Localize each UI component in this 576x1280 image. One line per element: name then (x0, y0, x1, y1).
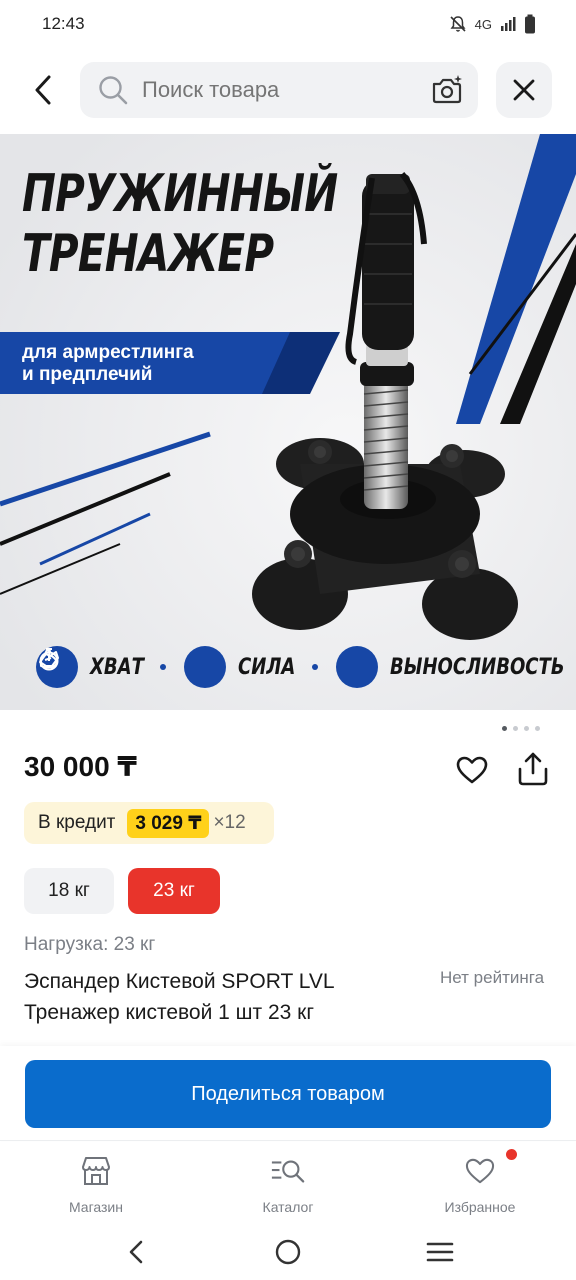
system-home-button[interactable] (264, 1228, 312, 1276)
hero-title-line2: ТРЕНАЖЕР (22, 224, 274, 284)
store-icon (78, 1153, 114, 1189)
product-price: 30 000 ₸ (24, 751, 137, 782)
close-icon (513, 79, 535, 101)
hero-subtitle-line2: и предплечий (22, 364, 153, 385)
hero-title-line1: ПРУЖИННЫЙ (22, 164, 338, 224)
credit-offer[interactable]: В кредит 3 029 ₸ ×12 (24, 802, 274, 844)
pager-dot (524, 726, 529, 731)
share-button[interactable] (512, 748, 554, 790)
heart-icon (456, 756, 488, 784)
product-image[interactable]: ПРУЖИННЫЙ ТРЕНАЖЕР для армрестлинга и пр… (0, 134, 576, 710)
catalog-search-icon (270, 1153, 306, 1189)
notification-badge (506, 1149, 517, 1160)
share-product-button[interactable]: Поделиться товаром (25, 1060, 551, 1128)
credit-multiplier: ×12 (213, 812, 246, 833)
system-recents-button[interactable] (416, 1228, 464, 1276)
stopwatch-icon (39, 646, 378, 688)
feature-separator (311, 664, 318, 670)
feature-label: ВЫНОСЛИВОСТЬ (389, 654, 565, 680)
hero-title: ПРУЖИННЫЙ ТРЕНАЖЕР (22, 164, 338, 284)
pager-dot (513, 726, 518, 731)
option-18kg[interactable]: 18 кг (24, 868, 114, 914)
credit-label: В кредит (38, 812, 116, 833)
load-info: Нагрузка: 23 кг (24, 934, 156, 955)
weight-options: 18 кг 23 кг (24, 868, 220, 914)
credit-amount: 3 029 ₸ (127, 808, 210, 838)
hero-subtitle: для армрестлинга и предплечий (22, 342, 194, 386)
back-button[interactable] (22, 68, 66, 112)
nav-item-favorites[interactable]: Избранное (384, 1141, 576, 1224)
bicep-icon (39, 646, 226, 688)
feature-row: ХВАТ СИЛА ВЫНОСЛИВОСТЬ (36, 646, 576, 688)
feature-strength: СИЛА (39, 646, 308, 688)
close-button[interactable] (496, 62, 552, 118)
feature-label: СИЛА (237, 654, 296, 680)
hero-subtitle-line1: для армрестлинга (22, 342, 194, 363)
pager-dot (535, 726, 540, 731)
chevron-left-icon (129, 1240, 143, 1264)
option-23kg[interactable]: 23 кг (128, 868, 220, 914)
bell-off-icon (450, 16, 466, 32)
nav-label: Каталог (262, 1199, 314, 1215)
network-type: 4G (474, 16, 492, 32)
search-icon (98, 75, 128, 105)
nav-item-store[interactable]: Магазин (0, 1141, 192, 1224)
share-icon (518, 752, 548, 786)
nav-item-catalog[interactable]: Каталог (192, 1141, 384, 1224)
search-header (0, 62, 576, 120)
bottom-nav: Магазин Каталог Избранное (0, 1140, 576, 1224)
status-icons: 4G (449, 14, 536, 34)
gallery-pager (502, 726, 540, 731)
cta-bar: Поделиться товаром (0, 1046, 576, 1140)
feature-label: ХВАТ (90, 654, 144, 680)
menu-icon (426, 1242, 454, 1262)
signal-icon (501, 17, 516, 31)
chevron-left-icon (35, 75, 51, 105)
status-bar: 12:43 4G (0, 0, 576, 48)
product-title: Эспандер Кистевой SPORT LVL Тренажер кис… (24, 970, 334, 1024)
feature-separator (159, 664, 166, 670)
system-nav-bar (0, 1224, 576, 1280)
home-circle-icon (275, 1239, 301, 1265)
pager-dot (502, 726, 507, 731)
nav-label: Избранное (444, 1199, 516, 1215)
status-time: 12:43 (42, 14, 85, 33)
rating-status: Нет рейтинга (440, 968, 545, 987)
camera-search-icon[interactable] (430, 72, 464, 108)
heart-icon (462, 1153, 498, 1189)
search-bar[interactable] (80, 62, 478, 118)
feature-endurance: ВЫНОСЛИВОСТЬ (39, 646, 576, 688)
favorite-button[interactable] (452, 750, 492, 790)
search-input[interactable] (142, 77, 430, 103)
system-back-button[interactable] (112, 1228, 160, 1276)
battery-icon (525, 14, 535, 34)
nav-label: Магазин (68, 1199, 123, 1215)
